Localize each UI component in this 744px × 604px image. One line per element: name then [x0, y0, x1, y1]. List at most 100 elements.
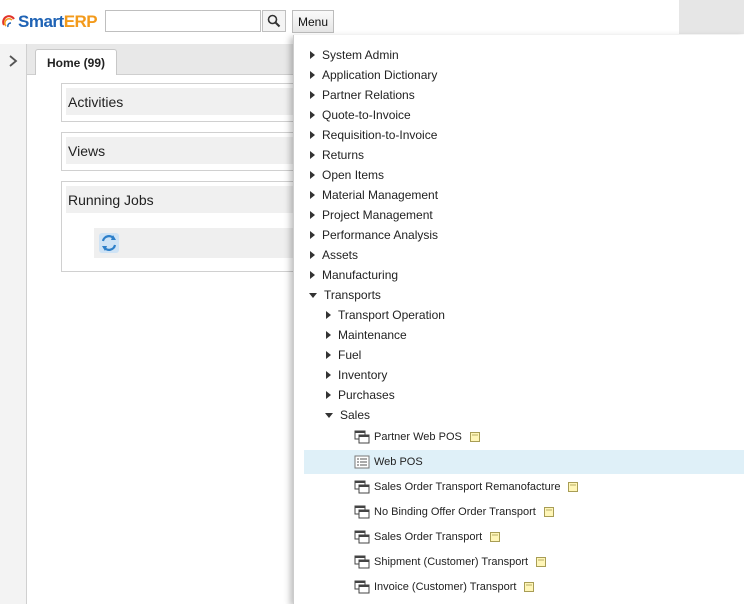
- running-jobs-content: [94, 228, 304, 258]
- running-jobs-panel: Running Jobs: [61, 181, 304, 272]
- triangle-down-icon[interactable]: [325, 412, 333, 418]
- menu-item-label: Inventory: [338, 368, 388, 382]
- running-jobs-panel-title[interactable]: Running Jobs: [66, 186, 296, 213]
- header-right-area: [679, 0, 744, 34]
- menu-item-project-management[interactable]: Project Management: [294, 205, 744, 225]
- smarterp-logo[interactable]: SmartERP: [2, 11, 98, 33]
- menu-button[interactable]: Menu: [292, 10, 334, 33]
- list-window-icon: [354, 455, 370, 469]
- menu-item-label: Transport Operation: [338, 308, 445, 322]
- window-icon: [354, 530, 370, 544]
- menu-item-label: Project Management: [322, 208, 433, 222]
- sales-item-web-pos[interactable]: Web POS: [304, 450, 744, 474]
- menu-item-label: Assets: [322, 248, 359, 262]
- triangle-right-icon[interactable]: [310, 91, 315, 99]
- menu-item-material-management[interactable]: Material Management: [294, 185, 744, 205]
- menu-item-label: Application Dictionary: [322, 68, 438, 82]
- window-icon: [354, 580, 370, 594]
- menu-item-partner-relations[interactable]: Partner Relations: [294, 85, 744, 105]
- menu-item-label: Requisition-to-Invoice: [322, 128, 438, 142]
- menu-item-label: Material Management: [322, 188, 439, 202]
- sales-item-sales-order-transport-remanofacture[interactable]: Sales Order Transport Remanofacture: [294, 475, 744, 499]
- triangle-right-icon[interactable]: [326, 351, 331, 359]
- menu-item-requisition-to-invoice[interactable]: Requisition-to-Invoice: [294, 125, 744, 145]
- logo-icon: [2, 15, 15, 28]
- triangle-right-icon[interactable]: [326, 371, 331, 379]
- sales-item-no-binding-offer-order-transport[interactable]: No Binding Offer Order Transport: [294, 500, 744, 524]
- sales-item-partner-web-pos[interactable]: Partner Web POS: [294, 425, 744, 449]
- menu-item-manufacturing[interactable]: Manufacturing: [294, 265, 744, 285]
- menu-item-transports[interactable]: Transports: [294, 285, 744, 305]
- main-menu-dropdown: System Admin Application Dictionary Partne…: [293, 35, 744, 604]
- menu-item-label: Sales: [340, 408, 371, 422]
- sales-item-sales-order-transport[interactable]: Sales Order Transport: [294, 525, 744, 549]
- window-icon: [354, 505, 370, 519]
- menu-item-label: Manufacturing: [322, 268, 399, 282]
- menu-item-sales[interactable]: Sales: [294, 405, 744, 425]
- note-icon[interactable]: [543, 507, 554, 517]
- sales-item-label: Invoice (Customer) Transport: [374, 581, 517, 593]
- menu-item-transport-operation[interactable]: Transport Operation: [294, 305, 744, 325]
- menu-item-label: Partner Relations: [322, 88, 415, 102]
- triangle-down-icon[interactable]: [309, 292, 317, 298]
- triangle-right-icon[interactable]: [310, 251, 315, 259]
- menu-item-assets[interactable]: Assets: [294, 245, 744, 265]
- tab-home[interactable]: Home (99): [35, 49, 117, 75]
- menu-item-system-admin[interactable]: System Admin: [294, 45, 744, 65]
- menu-item-label: Transports: [324, 288, 381, 302]
- logo-text-erp: ERP: [63, 12, 98, 31]
- note-icon[interactable]: [524, 582, 535, 592]
- menu-item-open-items[interactable]: Open Items: [294, 165, 744, 185]
- menu-item-fuel[interactable]: Fuel: [294, 345, 744, 365]
- menu-item-label: Purchases: [338, 388, 395, 402]
- views-panel: Views: [61, 132, 301, 171]
- menu-item-label: Quote-to-Invoice: [322, 108, 411, 122]
- menu-item-returns[interactable]: Returns: [294, 145, 744, 165]
- triangle-right-icon[interactable]: [326, 331, 331, 339]
- activities-panel: Activities: [61, 83, 301, 122]
- menu-item-maintenance[interactable]: Maintenance: [294, 325, 744, 345]
- triangle-right-icon[interactable]: [310, 151, 315, 159]
- menu-item-label: Open Items: [322, 168, 385, 182]
- chevron-right-icon[interactable]: [6, 54, 20, 68]
- triangle-right-icon[interactable]: [310, 171, 315, 179]
- views-panel-title[interactable]: Views: [66, 137, 296, 164]
- triangle-right-icon[interactable]: [310, 271, 315, 279]
- triangle-right-icon[interactable]: [310, 211, 315, 219]
- menu-item-label: Fuel: [338, 348, 362, 362]
- menu-item-label: Performance Analysis: [322, 228, 439, 242]
- note-icon[interactable]: [469, 432, 480, 442]
- triangle-right-icon[interactable]: [326, 391, 331, 399]
- menu-item-quote-to-invoice[interactable]: Quote-to-Invoice: [294, 105, 744, 125]
- triangle-right-icon[interactable]: [310, 231, 315, 239]
- triangle-right-icon[interactable]: [310, 191, 315, 199]
- search-input[interactable]: [105, 10, 261, 32]
- window-icon: [354, 430, 370, 444]
- left-collapse-strip[interactable]: [0, 44, 27, 604]
- window-icon: [354, 480, 370, 494]
- search-icon: [267, 14, 281, 28]
- note-icon[interactable]: [568, 482, 579, 492]
- menu-item-performance-analysis[interactable]: Performance Analysis: [294, 225, 744, 245]
- triangle-right-icon[interactable]: [310, 51, 315, 59]
- menu-item-label: Returns: [322, 148, 365, 162]
- search-button[interactable]: [262, 10, 286, 32]
- menu-item-purchases[interactable]: Purchases: [294, 385, 744, 405]
- sales-item-invoice-customer-transport[interactable]: Invoice (Customer) Transport: [294, 575, 744, 599]
- sales-item-label: Partner Web POS: [374, 431, 462, 443]
- activities-panel-title[interactable]: Activities: [66, 88, 296, 115]
- note-icon[interactable]: [490, 532, 501, 542]
- triangle-right-icon[interactable]: [310, 111, 315, 119]
- sales-item-shipment-customer-transport[interactable]: Shipment (Customer) Transport: [294, 550, 744, 574]
- triangle-right-icon[interactable]: [310, 131, 315, 139]
- logo-text-smart: Smart: [18, 12, 64, 31]
- refresh-icon[interactable]: [98, 232, 120, 254]
- menu-item-application-dictionary[interactable]: Application Dictionary: [294, 65, 744, 85]
- triangle-right-icon[interactable]: [326, 311, 331, 319]
- triangle-right-icon[interactable]: [310, 71, 315, 79]
- sales-item-label: No Binding Offer Order Transport: [374, 506, 536, 518]
- note-icon[interactable]: [536, 557, 547, 567]
- menu-item-inventory[interactable]: Inventory: [294, 365, 744, 385]
- menu-item-label: System Admin: [322, 48, 399, 62]
- sales-item-label: Web POS: [374, 456, 423, 468]
